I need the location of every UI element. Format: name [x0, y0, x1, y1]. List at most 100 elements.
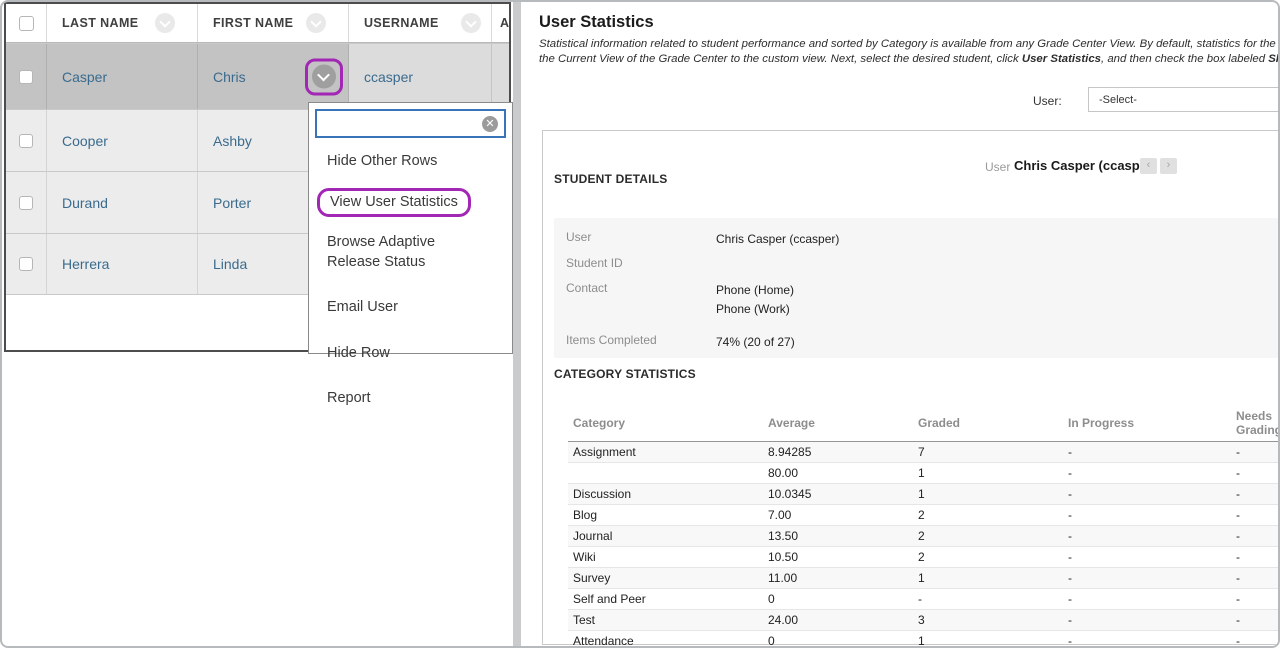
clipped-header-label: A [500, 16, 509, 30]
description-line-2: the Current View of the Grade Center to … [539, 52, 1280, 67]
statistics-card: User Chris Casper (ccasper) ‹ › STUDENT … [542, 130, 1280, 645]
row-checkbox[interactable] [19, 257, 33, 271]
select-all-cell [6, 4, 47, 42]
menu-item-hide-row[interactable]: Hide Row [309, 335, 512, 373]
category-cell: 1 [913, 631, 1063, 648]
column-menu-chevron-icon[interactable] [461, 13, 481, 33]
annotation-ring [305, 58, 343, 95]
category-cell: - [1231, 463, 1280, 484]
category-table-header-row: Category Average Graded In Progress Need… [568, 404, 1280, 442]
category-cell: Discussion [568, 484, 763, 505]
column-header-clipped: A [492, 4, 509, 42]
description-line-1: Statistical information related to stude… [539, 37, 1280, 52]
menu-item-report[interactable]: Report [309, 380, 512, 418]
category-cell: - [1231, 484, 1280, 505]
row-checkbox[interactable] [19, 70, 33, 84]
column-header-username[interactable]: USERNAME [349, 4, 492, 42]
category-cell: - [1063, 442, 1231, 463]
previous-user-button[interactable]: ‹ [1140, 158, 1157, 174]
category-statistics-table: Category Average Graded In Progress Need… [568, 404, 1280, 648]
user-statistics-panel: User Statistics Statistical information … [521, 2, 1280, 648]
category-row: Journal13.502-- [568, 526, 1280, 547]
category-cell: Assignment [568, 442, 763, 463]
category-cell: 2 [913, 526, 1063, 547]
student-nav-label: User [985, 160, 1010, 174]
category-cell: - [1063, 589, 1231, 610]
screenshot-frame: LAST NAME FIRST NAME USERNAME A Casper C… [0, 0, 1280, 648]
column-header-first-name[interactable]: FIRST NAME [198, 4, 349, 42]
category-cell: 1 [913, 463, 1063, 484]
category-cell: Survey [568, 568, 763, 589]
category-cell: 7 [913, 442, 1063, 463]
table-row-casper[interactable]: Casper Chris ccasper [6, 43, 509, 109]
last-name-header-label: LAST NAME [62, 16, 139, 30]
column-header-last-name[interactable]: LAST NAME [47, 4, 198, 42]
category-cell: - [1063, 610, 1231, 631]
page-description: Statistical information related to stude… [539, 37, 1280, 67]
category-row: Attendance01-- [568, 631, 1280, 648]
col-average: Average [763, 404, 913, 442]
category-cell: - [1231, 568, 1280, 589]
category-cell: Attendance [568, 631, 763, 648]
category-statistics-heading: CATEGORY STATISTICS [554, 367, 696, 381]
last-name-cell[interactable]: Herrera [47, 234, 198, 294]
category-cell: - [1231, 505, 1280, 526]
first-name-cell[interactable]: Chris [198, 44, 349, 109]
row-checkbox[interactable] [19, 134, 33, 148]
category-cell: - [1063, 547, 1231, 568]
col-needs-grading: Needs Grading [1231, 404, 1280, 442]
menu-item-email-user[interactable]: Email User [309, 289, 512, 327]
category-cell: - [1063, 484, 1231, 505]
category-cell: 80.00 [763, 463, 913, 484]
column-menu-chevron-icon[interactable] [155, 13, 175, 33]
category-cell: - [1063, 505, 1231, 526]
category-cell: Journal [568, 526, 763, 547]
last-name-cell[interactable]: Cooper [47, 110, 198, 171]
category-cell: 10.0345 [763, 484, 913, 505]
detail-label: Contact [566, 281, 607, 295]
category-cell: Wiki [568, 547, 763, 568]
clear-search-icon[interactable]: ✕ [482, 116, 498, 132]
category-cell: - [1231, 610, 1280, 631]
category-cell: 11.00 [763, 568, 913, 589]
user-select-label: User: [1033, 94, 1062, 108]
panel-divider [513, 2, 521, 648]
username-header-label: USERNAME [364, 16, 439, 30]
category-cell: - [1231, 631, 1280, 648]
menu-item-view-user-statistics[interactable]: View User Statistics [309, 181, 512, 225]
last-name-cell[interactable]: Casper [47, 44, 198, 109]
category-row: Discussion10.03451-- [568, 484, 1280, 505]
select-all-checkbox[interactable] [19, 16, 34, 31]
context-menu-list: Hide Other Rows View User Statistics Bro… [309, 143, 512, 418]
next-user-button[interactable]: › [1160, 158, 1177, 174]
column-menu-chevron-icon[interactable] [306, 13, 326, 33]
detail-value: Chris Casper (ccasper) [716, 230, 839, 249]
detail-label: Student ID [566, 256, 623, 270]
category-cell: 24.00 [763, 610, 913, 631]
category-cell: 7.00 [763, 505, 913, 526]
detail-label: Items Completed [566, 333, 657, 347]
category-cell: Blog [568, 505, 763, 526]
student-details-block: User Chris Casper (ccasper) Student ID C… [554, 218, 1280, 358]
category-cell: 13.50 [763, 526, 913, 547]
student-details-heading: STUDENT DETAILS [554, 172, 667, 186]
last-name-cell[interactable]: Durand [47, 172, 198, 233]
category-row: Survey11.001-- [568, 568, 1280, 589]
category-cell: Test [568, 610, 763, 631]
category-cell: - [1231, 526, 1280, 547]
category-row: Test24.003-- [568, 610, 1280, 631]
category-cell: 1 [913, 484, 1063, 505]
username-cell[interactable]: ccasper [349, 44, 492, 109]
menu-item-hide-other-rows[interactable]: Hide Other Rows [309, 143, 512, 181]
row-context-menu: ✕ Hide Other Rows View User Statistics B… [308, 102, 513, 354]
row-checkbox[interactable] [19, 196, 33, 210]
menu-item-browse-adaptive-release[interactable]: Browse Adaptive Release Status [309, 224, 495, 281]
detail-label: User [566, 230, 591, 244]
category-cell: 1 [913, 568, 1063, 589]
menu-search-input[interactable] [315, 109, 506, 138]
user-select-dropdown[interactable]: -Select- [1088, 87, 1280, 112]
category-row: Self and Peer0--- [568, 589, 1280, 610]
student-nav-name: Chris Casper (ccasper) [1014, 158, 1156, 173]
row-options-chevron-icon[interactable] [312, 65, 336, 89]
category-cell: - [1063, 526, 1231, 547]
